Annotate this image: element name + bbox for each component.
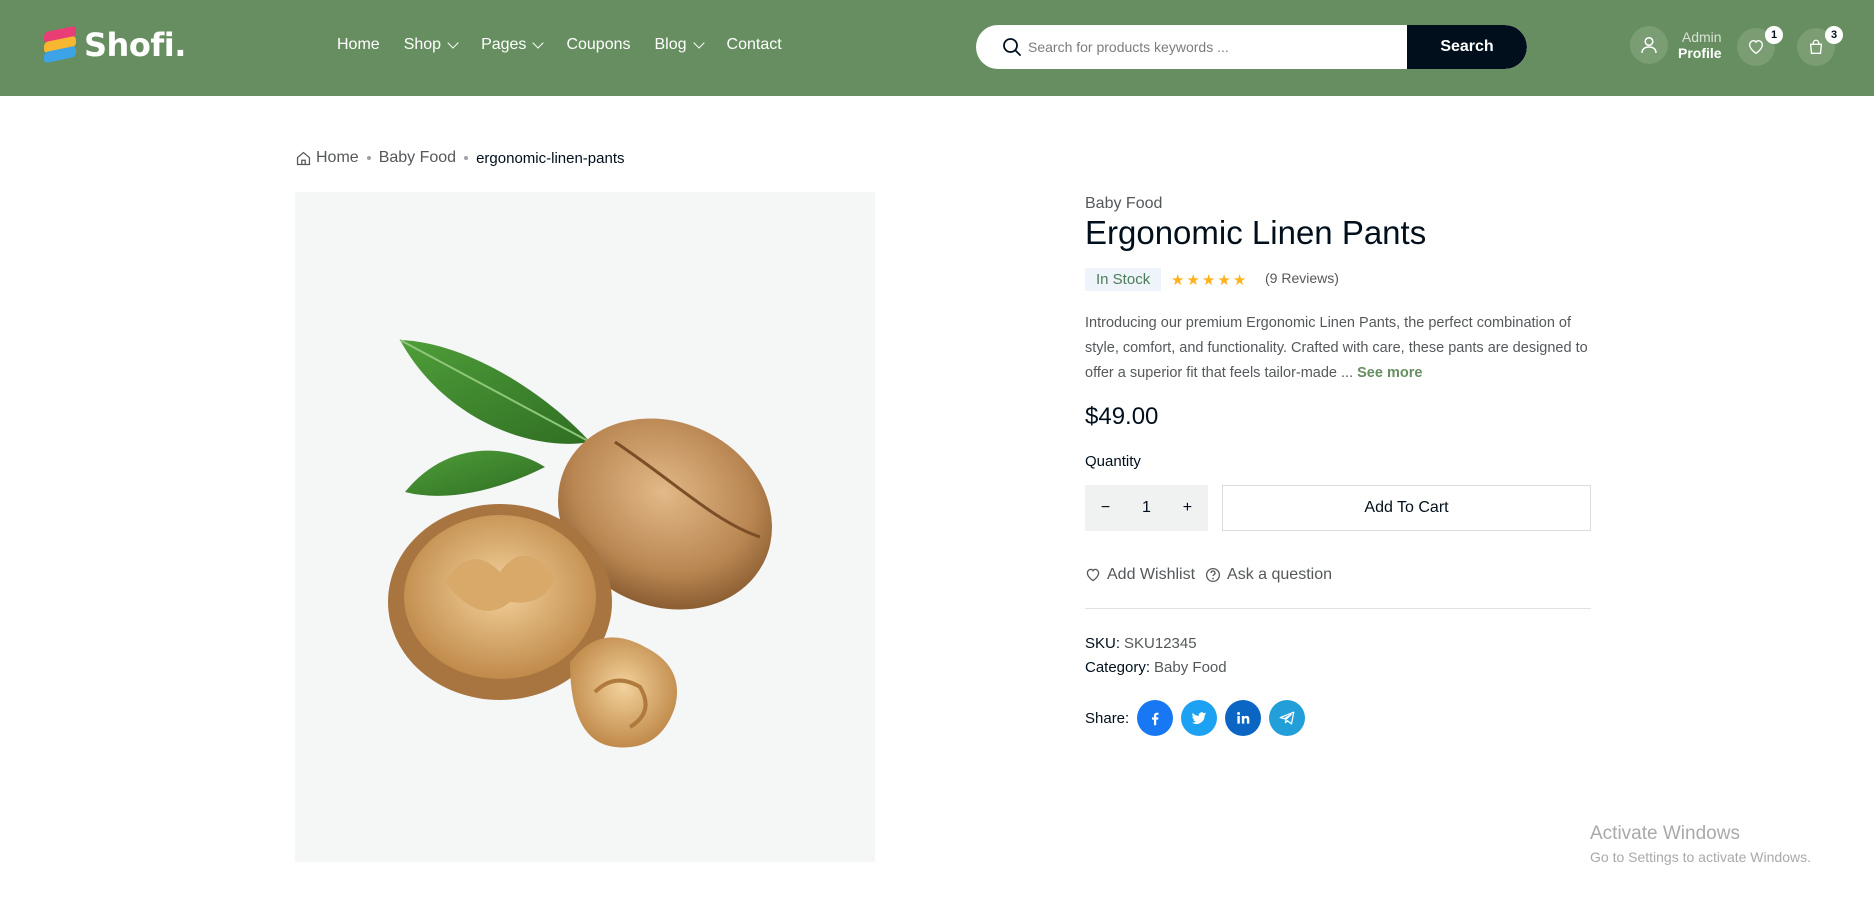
- nav-item-blog[interactable]: Blog: [654, 36, 705, 54]
- ask-question-label: Ask a question: [1227, 566, 1332, 583]
- star-icon: ★: [1217, 272, 1231, 289]
- review-count[interactable]: (9 Reviews): [1265, 270, 1339, 286]
- nav-item-shop[interactable]: Shop: [404, 36, 459, 54]
- product-image: [295, 192, 875, 862]
- watermark-subtitle: Go to Settings to activate Windows.: [1590, 849, 1811, 865]
- stock-badge: In Stock: [1085, 268, 1162, 291]
- quantity-value[interactable]: 1: [1142, 499, 1151, 517]
- main-nav: Home Shop Pages Coupons Blog Contact: [337, 36, 806, 54]
- heart-icon: 1: [1737, 26, 1783, 66]
- walnut-image: [388, 339, 773, 748]
- watermark-title: Activate Windows: [1590, 823, 1740, 844]
- rating-stars: ★ ★ ★ ★ ★: [1171, 271, 1246, 289]
- nav-item-contact[interactable]: Contact: [727, 36, 782, 54]
- wishlist-count-badge: 1: [1765, 26, 1783, 44]
- star-icon: ★: [1232, 272, 1247, 289]
- sku-label: SKU:: [1085, 635, 1121, 652]
- home-icon: [296, 151, 311, 165]
- add-wishlist-label: Add Wishlist: [1107, 566, 1196, 583]
- breadcrumb-current: ergonomic-linen-pants: [476, 149, 625, 167]
- profile-label: Profile: [1678, 45, 1722, 61]
- nav-item-coupons[interactable]: Coupons: [566, 36, 630, 54]
- category-label: Category:: [1085, 659, 1151, 676]
- breadcrumb: Home Baby Food ergonomic-linen-pants: [295, 149, 625, 167]
- product-actions: Add Wishlist Ask a question: [1085, 566, 1332, 584]
- shopping-bag-icon: 3: [1797, 26, 1843, 66]
- product-category[interactable]: Baby Food: [1085, 195, 1162, 213]
- star-icon: ★: [1186, 272, 1200, 289]
- share-label: Share:: [1085, 709, 1130, 727]
- user-icon: [1630, 26, 1668, 64]
- breadcrumb-separator: [366, 156, 371, 160]
- add-wishlist-button[interactable]: Add Wishlist: [1085, 566, 1195, 584]
- profile-greeting: Admin: [1681, 29, 1722, 45]
- wishlist-button[interactable]: 1: [1737, 26, 1783, 66]
- category-value[interactable]: Baby Food: [1154, 659, 1227, 676]
- chevron-down-icon: [532, 37, 545, 49]
- nav-item-home[interactable]: Home: [337, 36, 380, 54]
- question-icon: [1205, 567, 1221, 583]
- quantity-stepper: − 1 +: [1085, 485, 1208, 531]
- search-icon: [1003, 38, 1021, 56]
- category-row: Category: Baby Food: [1085, 659, 1227, 676]
- product-description: Introducing our premium Ergonomic Linen …: [1085, 315, 1588, 381]
- profile-link[interactable]: Admin Profile: [1630, 26, 1722, 64]
- twitter-icon[interactable]: [1181, 700, 1218, 736]
- cart-button[interactable]: 3: [1797, 26, 1843, 66]
- linkedin-icon[interactable]: [1225, 700, 1262, 736]
- minus-icon[interactable]: −: [1101, 499, 1110, 517]
- sku-value: SKU12345: [1124, 635, 1197, 652]
- telegram-icon[interactable]: [1269, 700, 1306, 736]
- search-button[interactable]: Search: [1407, 25, 1527, 69]
- logo-mark-icon: [42, 25, 78, 64]
- product-price: $49.00: [1085, 403, 1159, 430]
- search-bar: Search: [976, 25, 1527, 69]
- windows-activation-watermark: Activate Windows Go to Settings to activ…: [1590, 823, 1811, 865]
- star-icon: ★: [1201, 272, 1216, 289]
- cart-count-badge: 3: [1825, 26, 1843, 44]
- chevron-down-icon: [692, 37, 705, 49]
- sku-row: SKU: SKU12345: [1085, 635, 1197, 652]
- quantity-label: Quantity: [1085, 453, 1141, 470]
- product-title: Ergonomic Linen Pants: [1085, 214, 1427, 251]
- facebook-icon[interactable]: [1137, 700, 1174, 736]
- breadcrumb-home[interactable]: Home: [316, 149, 359, 167]
- site-header: Shofi. Home Shop Pages Coupons Blog Cont…: [0, 0, 1874, 96]
- divider: [1085, 608, 1591, 609]
- heart-icon: [1086, 568, 1100, 582]
- plus-icon[interactable]: +: [1183, 499, 1192, 517]
- share-row: Share:: [1085, 700, 1306, 736]
- search-input[interactable]: [1028, 25, 1378, 69]
- breadcrumb-category[interactable]: Baby Food: [379, 149, 456, 167]
- see-more-link[interactable]: See more: [1357, 365, 1422, 381]
- star-icon: ★: [1171, 272, 1185, 289]
- chevron-down-icon: [447, 37, 459, 49]
- ask-question-button[interactable]: Ask a question: [1205, 566, 1332, 584]
- nav-item-pages[interactable]: Pages: [481, 36, 545, 54]
- breadcrumb-separator: [464, 156, 469, 160]
- add-to-cart-button[interactable]: Add To Cart: [1222, 485, 1591, 531]
- logo-text: Shofi.: [84, 26, 186, 64]
- logo[interactable]: Shofi.: [42, 25, 186, 64]
